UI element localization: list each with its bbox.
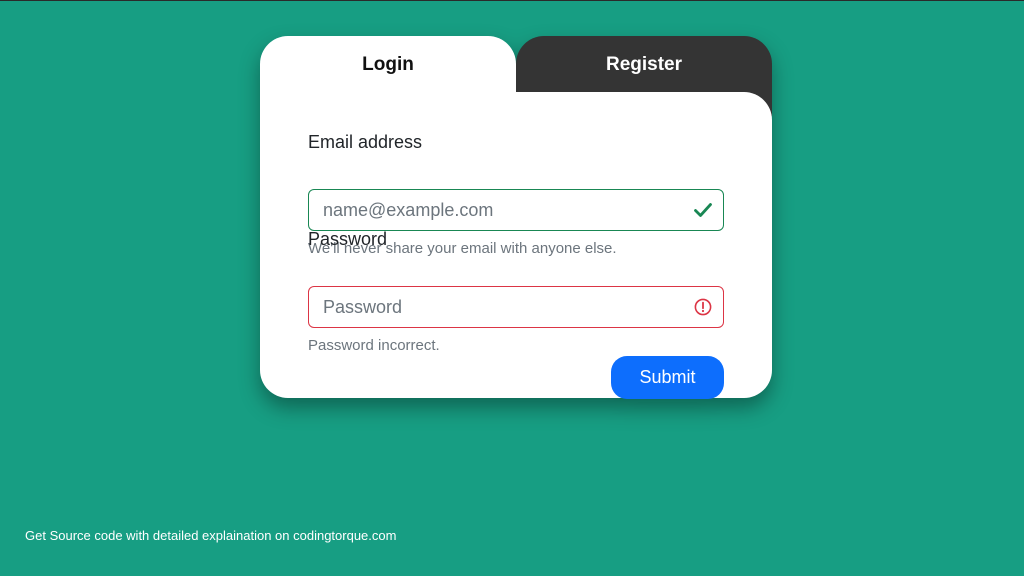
check-icon bbox=[694, 203, 712, 217]
password-error-text: Password incorrect. bbox=[308, 337, 440, 354]
auth-card: Login Register Email address We'll never… bbox=[260, 36, 772, 399]
email-field-wrapper bbox=[308, 189, 724, 231]
footer-credit: Get Source code with detailed explainati… bbox=[25, 528, 397, 543]
password-label: Password bbox=[308, 229, 388, 249]
password-field-wrapper bbox=[308, 286, 724, 328]
window-top-border bbox=[0, 0, 1024, 1]
submit-button[interactable]: Submit bbox=[611, 356, 724, 399]
tab-register-label: Register bbox=[605, 54, 683, 75]
tab-login-label: Login bbox=[362, 54, 414, 75]
login-form: Email address We'll never share your ema… bbox=[260, 92, 772, 399]
email-label: Email address bbox=[308, 132, 423, 152]
email-field[interactable] bbox=[309, 190, 723, 230]
exclamation-circle-icon bbox=[694, 298, 712, 316]
password-field[interactable] bbox=[309, 287, 723, 327]
